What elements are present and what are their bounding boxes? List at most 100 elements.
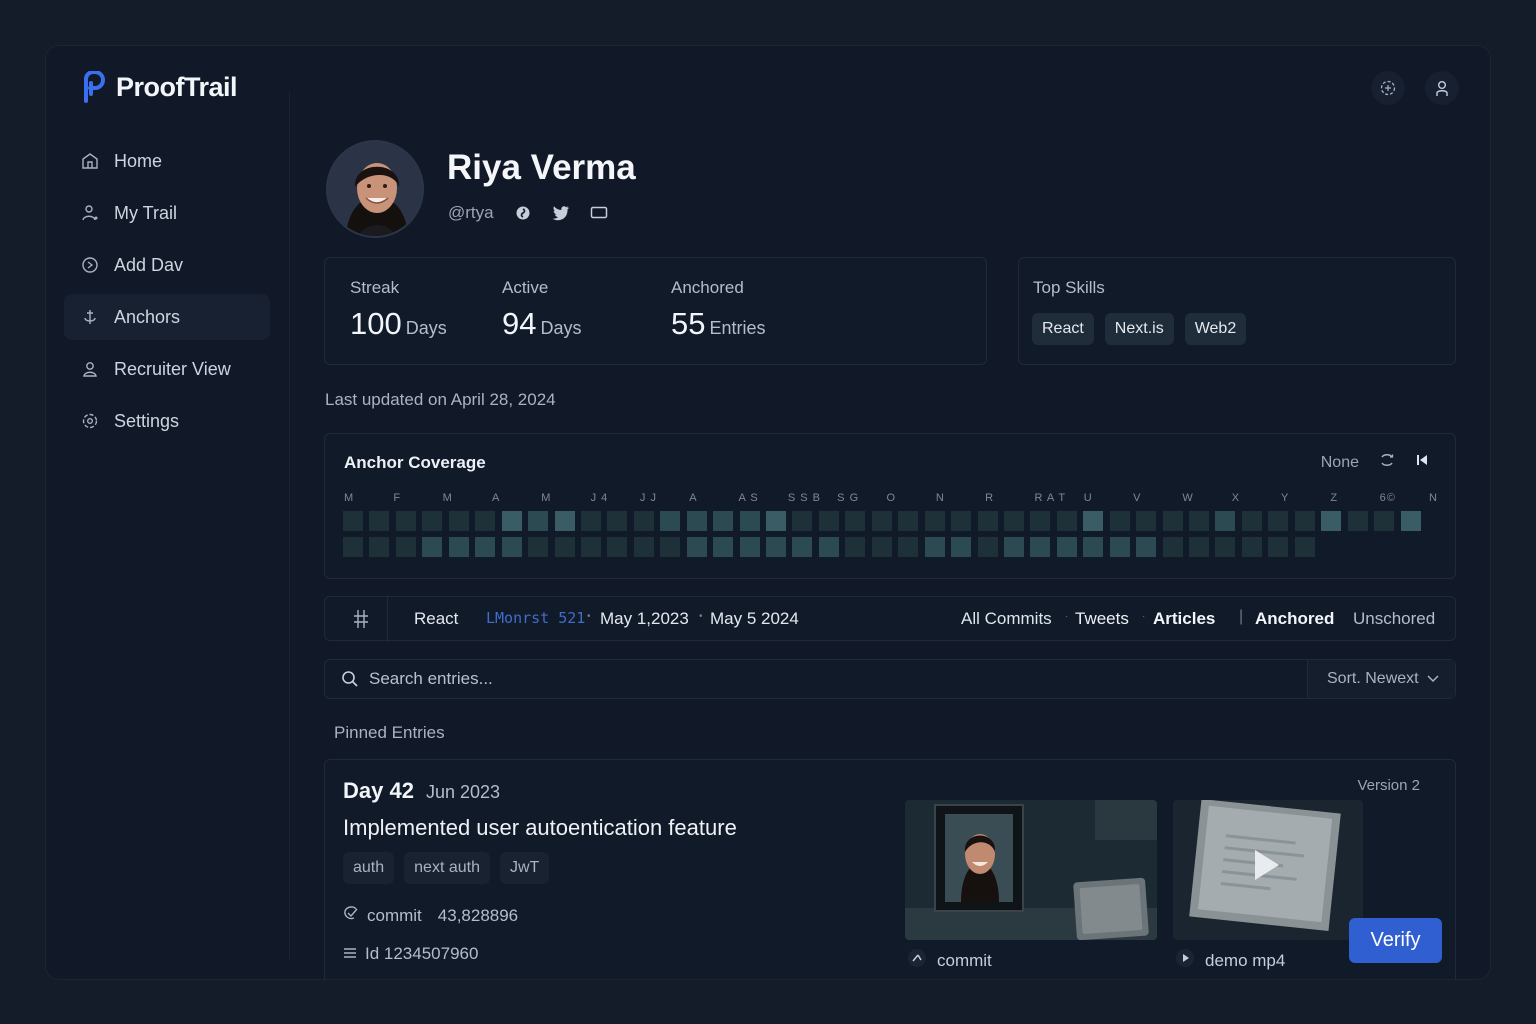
coverage-cell[interactable] (977, 537, 998, 557)
coverage-cell[interactable] (580, 511, 601, 531)
user-icon[interactable] (1425, 71, 1459, 105)
sidebar-item-recruiter-view[interactable]: Recruiter View (64, 346, 270, 392)
coverage-cell[interactable] (422, 511, 443, 531)
coverage-cell[interactable] (607, 511, 628, 531)
twitter-icon[interactable] (552, 204, 570, 222)
skill-chip-nextjs[interactable]: Next.is (1104, 313, 1174, 345)
coverage-cell[interactable] (660, 511, 681, 531)
coverage-cell[interactable] (924, 537, 945, 557)
coverage-cell[interactable] (1056, 537, 1077, 557)
coverage-cell[interactable] (1109, 537, 1130, 557)
skill-chip-react[interactable]: React (1032, 313, 1094, 345)
filter-all-commits[interactable]: All Commits (961, 609, 1052, 629)
coverage-cell[interactable] (1056, 511, 1077, 531)
filter-tweets[interactable]: Tweets (1075, 609, 1129, 629)
filter-range-tag[interactable]: LMonrst 521 (486, 609, 585, 627)
sidebar-item-add-day[interactable]: Add Dav (64, 242, 270, 288)
filter-date-to[interactable]: May 5 2024 (710, 609, 799, 629)
pinned-entry-card[interactable]: Day 42 Jun 2023 Implemented user autoent… (324, 759, 1456, 979)
filter-anchored[interactable]: Anchored (1255, 609, 1334, 629)
coverage-cell[interactable] (871, 537, 892, 557)
coverage-cell[interactable] (633, 511, 654, 531)
coverage-cell[interactable] (951, 537, 972, 557)
coverage-cell[interactable] (1241, 511, 1262, 531)
coverage-cell[interactable] (501, 537, 522, 557)
coverage-cell[interactable] (1030, 537, 1051, 557)
coverage-cell[interactable] (898, 511, 919, 531)
coverage-cell[interactable] (1136, 537, 1157, 557)
coverage-cell[interactable] (1374, 511, 1395, 531)
skip-back-icon[interactable] (1415, 453, 1429, 472)
coverage-cell[interactable] (448, 511, 469, 531)
coverage-cell[interactable] (369, 511, 390, 531)
tag-chip[interactable]: next auth (404, 852, 490, 884)
coverage-cell[interactable] (1321, 511, 1342, 531)
coverage-cell[interactable] (1294, 511, 1315, 531)
coverage-cell[interactable] (528, 511, 549, 531)
coverage-cell[interactable] (739, 511, 760, 531)
coverage-cell[interactable] (1294, 537, 1315, 557)
coverage-cell[interactable] (1215, 511, 1236, 531)
coverage-cell[interactable] (898, 537, 919, 557)
coverage-cell[interactable] (475, 537, 496, 557)
settings-badge-icon[interactable] (1371, 71, 1405, 105)
coverage-cell[interactable] (1162, 537, 1183, 557)
sort-dropdown[interactable]: Sort. Newext (1307, 660, 1455, 698)
search-input[interactable] (369, 660, 1299, 698)
coverage-cell[interactable] (1083, 537, 1104, 557)
coverage-cell[interactable] (1189, 511, 1209, 531)
logo[interactable]: ProofTrail (82, 71, 238, 103)
coverage-cell[interactable] (713, 511, 734, 531)
coverage-cell[interactable] (343, 511, 363, 531)
coverage-cell[interactable] (1162, 511, 1183, 531)
refresh-icon[interactable] (1379, 452, 1395, 473)
coverage-cell[interactable] (1189, 537, 1209, 557)
coverage-cell[interactable] (924, 511, 945, 531)
coverage-cell[interactable] (818, 511, 839, 531)
tag-chip[interactable]: JwT (499, 852, 550, 884)
filter-unanchored[interactable]: Unschored (1353, 609, 1435, 629)
filter-articles[interactable]: Articles (1153, 609, 1215, 629)
coverage-cell[interactable] (845, 537, 866, 557)
coverage-cell[interactable] (1083, 511, 1104, 531)
coverage-cell[interactable] (1241, 537, 1262, 557)
coverage-cell[interactable] (871, 511, 892, 531)
coverage-cell[interactable] (951, 511, 972, 531)
coverage-cell[interactable] (1215, 537, 1236, 557)
coverage-cell[interactable] (845, 511, 866, 531)
filter-topic[interactable]: React (414, 609, 458, 629)
coverage-cell[interactable] (713, 537, 734, 557)
coverage-cell[interactable] (1030, 511, 1051, 531)
coverage-cell[interactable] (395, 511, 416, 531)
coverage-cell[interactable] (766, 537, 786, 557)
coverage-cell[interactable] (554, 511, 575, 531)
coverage-cell[interactable] (1268, 537, 1289, 557)
skill-chip-web2[interactable]: Web2 (1184, 313, 1247, 345)
coverage-cell[interactable] (686, 537, 707, 557)
coverage-cell[interactable] (686, 511, 707, 531)
coverage-cell[interactable] (343, 537, 363, 557)
coverage-cell[interactable] (766, 511, 786, 531)
coverage-cell[interactable] (475, 511, 496, 531)
filter-date-from[interactable]: May 1,2023 (600, 609, 689, 629)
attachment-commit-thumbnail[interactable] (905, 800, 1157, 940)
coverage-cell[interactable] (395, 537, 416, 557)
filter-icon[interactable] (353, 609, 369, 634)
coverage-cell[interactable] (1347, 511, 1368, 531)
coverage-cell[interactable] (528, 537, 549, 557)
coverage-cell[interactable] (739, 537, 760, 557)
coverage-cell[interactable] (660, 537, 681, 557)
coverage-range-select[interactable]: None (1321, 454, 1359, 472)
attachment-demo-video-thumbnail[interactable] (1173, 800, 1363, 940)
coverage-cell[interactable] (1136, 511, 1157, 531)
coverage-cell[interactable] (422, 537, 443, 557)
verify-button[interactable]: Verify (1349, 918, 1442, 963)
coverage-cell[interactable] (1003, 511, 1024, 531)
github-icon[interactable] (514, 204, 532, 222)
coverage-cell[interactable] (580, 537, 601, 557)
coverage-cell[interactable] (792, 537, 813, 557)
tag-chip[interactable]: auth (343, 852, 395, 884)
sidebar-item-home[interactable]: Home (64, 138, 270, 184)
coverage-cell[interactable] (977, 511, 998, 531)
coverage-cell[interactable] (554, 537, 575, 557)
